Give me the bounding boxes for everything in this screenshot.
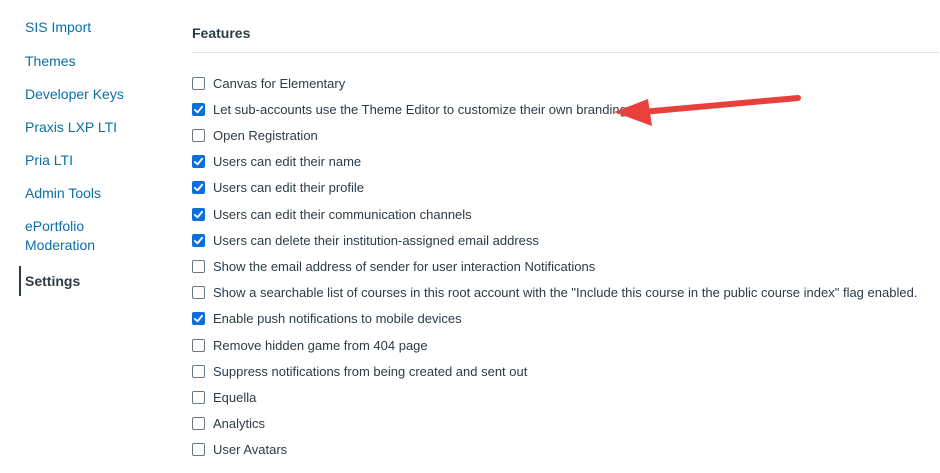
feature-label: Open Registration: [213, 127, 318, 143]
feature-row[interactable]: Analytics: [192, 415, 265, 433]
feature-row[interactable]: Open Registration: [192, 126, 318, 144]
feature-label: User Avatars: [213, 442, 288, 458]
feature-checkbox[interactable]: [192, 390, 205, 404]
feature-label: Let sub-accounts use the Theme Editor to…: [213, 101, 627, 117]
feature-checkbox[interactable]: [192, 259, 205, 273]
feature-row[interactable]: Users can edit their name: [192, 153, 361, 171]
sidebar-item-settings[interactable]: Settings: [19, 266, 80, 296]
feature-checkbox-checked[interactable]: [192, 181, 205, 195]
sidebar-item-admin-tools[interactable]: Admin Tools: [25, 184, 101, 203]
checkmark-icon: [193, 184, 204, 192]
checkmark-icon: [193, 157, 204, 166]
feature-checkbox-checked[interactable]: [192, 233, 205, 247]
feature-row[interactable]: Equella: [192, 388, 256, 406]
sidebar-item-praxis-lxp-lti[interactable]: Praxis LXP LTI: [25, 118, 117, 137]
sidebar-item-developer-keys[interactable]: Developer Keys: [25, 85, 124, 104]
feature-row[interactable]: Enable push notifications to mobile devi…: [192, 310, 462, 328]
feature-row[interactable]: Users can delete their institution-assig…: [192, 231, 539, 249]
feature-label: Equella: [213, 389, 257, 405]
feature-checkbox-checked[interactable]: [192, 155, 205, 169]
feature-label: Enable push notifications to mobile devi…: [213, 311, 462, 327]
sidebar-nav: SIS Import Themes Developer Keys Praxis …: [0, 0, 170, 473]
feature-checkbox[interactable]: [192, 286, 205, 300]
red-arrow-icon: [614, 95, 801, 126]
feature-row[interactable]: Users can edit their profile: [192, 179, 364, 197]
checkmark-icon: [193, 105, 204, 113]
sidebar-item-moderation[interactable]: Moderation: [25, 236, 95, 255]
feature-label: Remove hidden game from 404 page: [213, 337, 428, 353]
feature-row[interactable]: Suppress notifications from being create…: [192, 362, 527, 380]
feature-label: Analytics: [213, 416, 266, 432]
feature-row[interactable]: Show a searchable list of courses in thi…: [192, 284, 917, 302]
checkmark-icon: [193, 236, 204, 244]
sidebar-item-eportfolio[interactable]: ePortfolio: [25, 217, 84, 236]
feature-checkbox[interactable]: [192, 443, 205, 457]
feature-checkbox[interactable]: [192, 76, 205, 90]
feature-checkbox[interactable]: [192, 364, 205, 378]
sidebar-item-sis-import[interactable]: SIS Import: [25, 18, 91, 37]
feature-checkbox[interactable]: [192, 128, 205, 142]
feature-label: Show a searchable list of courses in thi…: [213, 285, 918, 301]
checkmark-icon: [193, 315, 204, 323]
feature-label: Users can edit their communication chann…: [213, 206, 472, 222]
feature-label: Suppress notifications from being create…: [213, 363, 528, 379]
feature-label: Canvas for Elementary: [213, 75, 346, 91]
section-divider: [192, 52, 939, 53]
feature-row[interactable]: Remove hidden game from 404 page: [192, 336, 428, 354]
feature-checkbox-checked[interactable]: [192, 207, 205, 221]
checkmark-icon: [193, 210, 204, 218]
features-heading: Features: [192, 25, 251, 41]
feature-row[interactable]: Canvas for Elementary: [192, 74, 345, 92]
feature-checkbox[interactable]: [192, 417, 205, 431]
sidebar-item-pria-lti[interactable]: Pria LTI: [25, 151, 73, 170]
feature-checkbox[interactable]: [192, 338, 205, 352]
feature-checkbox-checked[interactable]: [192, 102, 205, 116]
feature-label: Show the email address of sender for use…: [213, 258, 596, 274]
feature-row[interactable]: Users can edit their communication chann…: [192, 205, 472, 223]
feature-label: Users can edit their profile: [213, 180, 365, 196]
sidebar-item-settings-label: Settings: [25, 273, 81, 289]
sidebar-item-themes[interactable]: Themes: [25, 52, 76, 71]
feature-row[interactable]: Show the email address of sender for use…: [192, 257, 595, 275]
feature-row[interactable]: User Avatars: [192, 441, 287, 459]
feature-checkbox-checked[interactable]: [192, 312, 205, 326]
feature-label: Users can delete their institution-assig…: [213, 232, 539, 248]
feature-row[interactable]: Let sub-accounts use the Theme Editor to…: [192, 100, 627, 118]
feature-label: Users can edit their name: [213, 154, 362, 170]
